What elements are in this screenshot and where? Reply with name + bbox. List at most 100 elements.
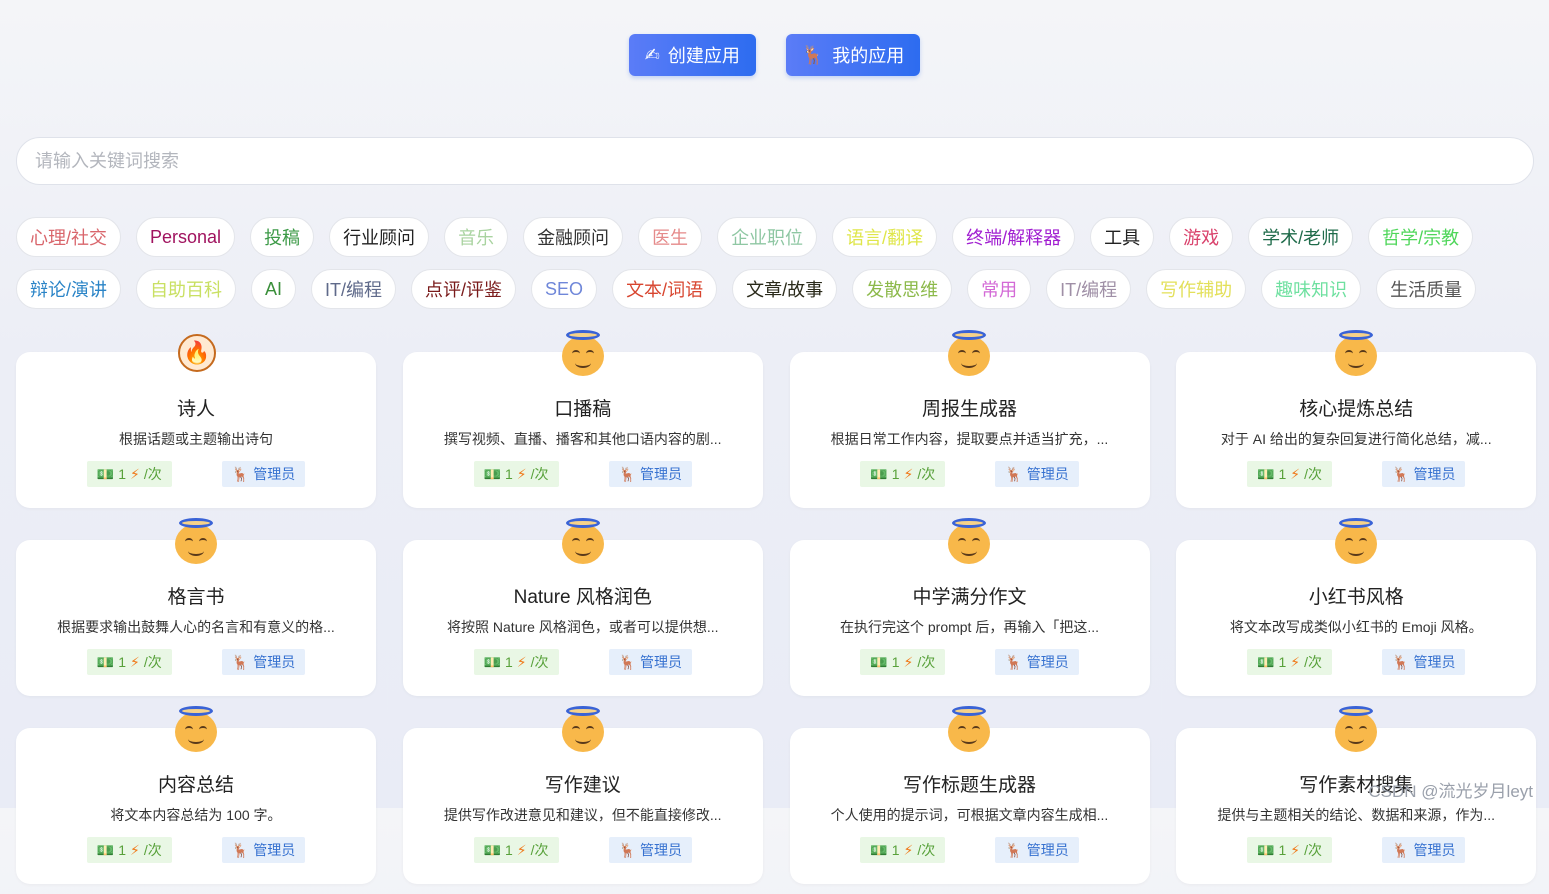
app-meta: 💵 1 ⚡/次 🦌 管理员 [16, 649, 376, 675]
category-tag[interactable]: 音乐 [444, 217, 509, 257]
price-value: 1 [504, 654, 513, 670]
price-unit: /次 [530, 842, 549, 858]
category-tag[interactable]: 自助百科 [136, 269, 237, 309]
category-tag[interactable]: 文本/词语 [612, 269, 718, 309]
category-tag[interactable]: 金融顾问 [523, 217, 624, 257]
category-tag[interactable]: 终端/解释器 [952, 217, 1076, 257]
category-tag[interactable]: 投稿 [250, 217, 315, 257]
owner-badge: 🦌 管理员 [1382, 649, 1466, 675]
app-meta: 💵 1 ⚡/次 🦌 管理员 [403, 837, 763, 863]
app-description: 撰写视频、直播、播客和其他口语内容的剧... [443, 431, 722, 447]
app-meta: 💵 1 ⚡/次 🦌 管理员 [403, 461, 763, 487]
owner-name: 管理员 [639, 466, 682, 482]
money-icon: 💵 [870, 841, 888, 858]
category-tag[interactable]: 趣味知识 [1261, 269, 1362, 309]
money-icon: 💵 [1257, 465, 1275, 482]
tag-row: 辩论/演讲 自助百科 AI IT/编程 点评/评鉴 SEO 文本/词语 文章/故事 发散思维 常用… [16, 269, 1536, 309]
app-card-wrapper: 核心提炼总结 对于 AI 给出的复杂回复进行简化总结，减... 💵 1 ⚡/次 🦌 管理员 [1176, 330, 1537, 518]
owner-badge: 🦌 管理员 [1382, 461, 1466, 487]
app-grid: 🔥 诗人 根据话题或主题输出诗句 💵 1 ⚡/次 🦌 管理员 口播稿 撰写视频、直播、播客和其他口… [16, 330, 1537, 894]
app-description: 提供写作改进意见和建议，但不能直接修改... [443, 807, 722, 823]
owner-name: 管理员 [1026, 654, 1069, 670]
deer-icon: 🦌 [231, 841, 250, 858]
app-meta: 💵 1 ⚡/次 🦌 管理员 [403, 649, 763, 675]
owner-badge: 🦌 管理员 [1382, 837, 1466, 863]
owner-name: 管理员 [639, 654, 682, 670]
app-card-wrapper: 小红书风格 将文本改写成类似小红书的 Emoji 风格。 💵 1 ⚡/次 🦌 管理员 [1176, 518, 1537, 706]
top-actions: ✍ 创建应用 🦌 我的应用 [0, 34, 1549, 76]
app-card-wrapper: 写作建议 提供写作改进意见和建议，但不能直接修改... 💵 1 ⚡/次 🦌 管理员 [402, 706, 763, 894]
money-icon: 💵 [1257, 653, 1275, 670]
app-card-wrapper: 写作标题生成器 个人使用的提示词，可根据文章内容生成相... 💵 1 ⚡/次 🦌 管理员 [789, 706, 1150, 894]
category-tag[interactable]: 游戏 [1169, 217, 1234, 257]
app-meta: 💵 1 ⚡/次 🦌 管理员 [790, 649, 1150, 675]
category-tag[interactable]: 学术/老师 [1248, 217, 1354, 257]
search-input[interactable] [17, 138, 1533, 184]
price-unit: /次 [143, 654, 162, 670]
lightning-icon: ⚡ [1290, 653, 1301, 670]
category-tag[interactable]: 辩论/演讲 [16, 269, 122, 309]
deer-icon: 🦌 [1392, 653, 1410, 670]
deer-icon: 🦌 [801, 45, 825, 65]
owner-name: 管理员 [1413, 466, 1456, 482]
category-tag[interactable]: 企业职位 [717, 217, 818, 257]
category-tag[interactable]: SEO [531, 269, 598, 309]
price-unit: /次 [143, 466, 162, 482]
owner-badge: 🦌 管理员 [221, 649, 306, 675]
category-tag[interactable]: 文章/故事 [732, 269, 838, 309]
price-badge: 💵 1 ⚡/次 [860, 461, 946, 487]
smiling-angel-icon [561, 518, 605, 564]
smiling-angel-icon [1334, 706, 1378, 752]
category-tag[interactable]: 发散思维 [852, 269, 953, 309]
category-tag[interactable]: 生活质量 [1376, 269, 1477, 309]
price-unit: /次 [1304, 842, 1323, 858]
category-tag[interactable]: 工具 [1090, 217, 1155, 257]
app-title: 周报生成器 [921, 399, 1017, 420]
deer-icon: 🦌 [1392, 841, 1410, 858]
price-value: 1 [1278, 654, 1287, 670]
category-tag[interactable]: Personal [136, 217, 236, 257]
deer-icon: 🦌 [1005, 653, 1023, 670]
app-card-wrapper: Nature 风格润色 将按照 Nature 风格润色，或者可以提供想... 💵 1 ⚡… [402, 518, 763, 706]
money-icon: 💵 [1257, 841, 1275, 858]
app-card-wrapper: 🔥 诗人 根据话题或主题输出诗句 💵 1 ⚡/次 🦌 管理员 [16, 330, 376, 518]
category-tag[interactable]: 写作辅助 [1146, 269, 1247, 309]
category-tag[interactable]: IT/编程 [1046, 269, 1132, 309]
owner-badge: 🦌 管理员 [221, 461, 306, 487]
card-row: 🔥 诗人 根据话题或主题输出诗句 💵 1 ⚡/次 🦌 管理员 口播稿 撰写视频、直播、播客和其他口… [16, 330, 1537, 518]
fire-icon: 🔥 [174, 330, 218, 376]
category-tag[interactable]: 哲学/宗教 [1368, 217, 1474, 257]
app-description: 对于 AI 给出的复杂回复进行简化总结，减... [1220, 431, 1492, 447]
category-tag[interactable]: IT/编程 [311, 269, 397, 309]
lightning-icon: ⚡ [516, 465, 527, 482]
app-description: 根据日常工作内容，提取要点并适当扩充，... [830, 431, 1109, 447]
price-badge: 💵 1 ⚡/次 [1247, 461, 1333, 487]
price-value: 1 [118, 654, 127, 670]
category-tag[interactable]: 医生 [638, 217, 703, 257]
app-card-wrapper: 格言书 根据要求输出鼓舞人心的名言和有意义的格... 💵 1 ⚡/次 🦌 管理员 [16, 518, 376, 706]
price-value: 1 [891, 466, 900, 482]
category-tag[interactable]: 心理/社交 [16, 217, 122, 257]
price-value: 1 [891, 654, 900, 670]
smiling-angel-icon [947, 706, 991, 752]
my-apps-button[interactable]: 🦌 我的应用 [785, 34, 921, 76]
category-tag[interactable]: 语言/翻译 [832, 217, 938, 257]
category-tag[interactable]: 点评/评鉴 [411, 269, 517, 309]
category-tag[interactable]: AI [251, 269, 297, 309]
deer-icon: 🦌 [618, 465, 636, 482]
owner-name: 管理员 [1413, 654, 1456, 670]
lightning-icon: ⚡ [130, 841, 140, 858]
category-tag[interactable]: 行业顾问 [329, 217, 430, 257]
money-icon: 💵 [96, 653, 115, 670]
price-badge: 💵 1 ⚡/次 [1247, 649, 1333, 675]
watermark: CSDN @流光岁月leyt [1368, 782, 1533, 801]
deer-icon: 🦌 [1392, 465, 1410, 482]
price-value: 1 [1278, 842, 1287, 858]
price-badge: 💵 1 ⚡/次 [473, 461, 559, 487]
lightning-icon: ⚡ [903, 465, 914, 482]
tag-row: 心理/社交 Personal 投稿 行业顾问 音乐 金融顾问 医生 企业职位 语言/翻译 终端/解… [16, 217, 1536, 257]
create-app-button[interactable]: ✍ 创建应用 [628, 34, 756, 76]
app-meta: 💵 1 ⚡/次 🦌 管理员 [16, 461, 376, 487]
app-title: 口播稿 [554, 399, 612, 420]
category-tag[interactable]: 常用 [967, 269, 1032, 309]
